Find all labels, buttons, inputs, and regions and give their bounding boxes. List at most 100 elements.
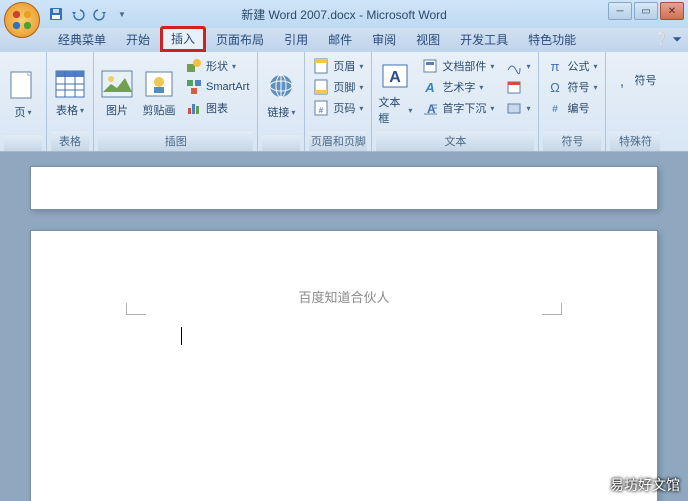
links-label: 链接: [267, 104, 289, 120]
picture-icon: [101, 68, 133, 100]
svg-text:,: ,: [620, 73, 624, 88]
table-label: 表格: [56, 102, 78, 118]
clipart-label: 剪贴画: [143, 102, 176, 118]
group-illustrations-label: 插图: [98, 130, 253, 151]
clipart-button[interactable]: 剪贴画: [140, 56, 178, 130]
window-title: 新建 Word 2007.docx - Microsoft Word: [241, 6, 447, 23]
textbox-button[interactable]: A 文本框▾: [376, 56, 414, 130]
smartart-button[interactable]: SmartArt: [182, 77, 253, 97]
group-links: 链接▾: [258, 52, 305, 151]
group-pages: 页▾: [0, 52, 47, 151]
wordart-icon: A: [422, 79, 438, 95]
comma-icon: ,: [614, 72, 630, 88]
pagenum-button[interactable]: #页码▾: [309, 98, 367, 118]
group-header-footer-label: 页眉和页脚: [309, 130, 367, 151]
clipart-icon: [143, 68, 175, 100]
tab-references[interactable]: 引用: [274, 28, 318, 52]
tab-mailings[interactable]: 邮件: [318, 28, 362, 52]
minimize-button[interactable]: ─: [608, 2, 632, 20]
svg-text:#: #: [553, 104, 559, 115]
svg-text:π: π: [551, 59, 560, 74]
group-tables: 表格▾ 表格: [47, 52, 94, 151]
number-label: 编号: [567, 100, 589, 116]
equation-icon: π: [547, 58, 563, 74]
group-text: A 文本框▾ 文档部件▾ A艺术字▾ A首字下沉▾ ▾ ▾ 文本: [372, 52, 539, 151]
object-button[interactable]: ▾: [502, 98, 534, 118]
group-illustrations: 图片 剪贴画 形状▾ SmartArt 图表 插图: [94, 52, 258, 151]
signature-icon: [506, 58, 522, 74]
table-button[interactable]: 表格▾: [51, 56, 89, 130]
equation-button[interactable]: π公式▾: [543, 56, 601, 76]
special-symbol-label: 符号: [634, 72, 656, 88]
datetime-button[interactable]: [502, 77, 534, 97]
shapes-icon: [186, 58, 202, 74]
close-button[interactable]: ✕: [660, 2, 684, 20]
tab-view[interactable]: 视图: [406, 28, 450, 52]
document-area[interactable]: 百度知道合伙人: [0, 152, 688, 501]
parts-icon: [422, 58, 438, 74]
chart-button[interactable]: 图表: [182, 98, 253, 118]
chart-label: 图表: [206, 100, 228, 116]
header-button[interactable]: 页眉▾: [309, 56, 367, 76]
group-pages-label: [4, 134, 42, 151]
maximize-button[interactable]: ▭: [634, 2, 658, 20]
pages-button[interactable]: 页▾: [4, 56, 42, 134]
page-icon: [7, 70, 39, 102]
pagenum-label: 页码: [333, 100, 355, 116]
pagenum-icon: #: [313, 100, 329, 116]
tab-insert[interactable]: 插入: [160, 26, 206, 52]
equation-label: 公式: [567, 58, 589, 74]
symbol-label: 符号: [567, 79, 589, 95]
page-previous[interactable]: [30, 166, 658, 210]
redo-icon[interactable]: [92, 6, 108, 22]
symbol-button[interactable]: Ω符号▾: [543, 77, 601, 97]
group-special-chars: , 符号 特殊符: [606, 52, 664, 151]
special-symbol-button[interactable]: , 符号: [610, 70, 660, 90]
textbox-icon: A: [379, 60, 411, 92]
group-special-chars-label: 特殊符: [610, 130, 660, 151]
svg-text:#: #: [319, 106, 324, 115]
link-icon: [265, 70, 297, 102]
svg-text:A: A: [390, 69, 402, 86]
save-icon[interactable]: [48, 6, 64, 22]
group-text-label: 文本: [376, 130, 534, 151]
picture-button[interactable]: 图片: [98, 56, 136, 130]
dropcap-button[interactable]: A首字下沉▾: [418, 98, 498, 118]
undo-icon[interactable]: [70, 6, 86, 22]
header-label: 页眉: [333, 58, 355, 74]
title-bar: ▼ 新建 Word 2007.docx - Microsoft Word ─ ▭…: [0, 0, 688, 28]
tab-special[interactable]: 特色功能: [518, 28, 586, 52]
signature-button[interactable]: ▾: [502, 56, 534, 76]
wordart-label: 艺术字: [442, 79, 475, 95]
table-icon: [54, 68, 86, 100]
links-button[interactable]: 链接▾: [262, 56, 300, 134]
quick-access-toolbar: ▼: [48, 6, 130, 22]
tab-home[interactable]: 开始: [116, 28, 160, 52]
parts-button[interactable]: 文档部件▾: [418, 56, 498, 76]
tab-classic-menu[interactable]: 经典菜单: [48, 28, 116, 52]
header-icon: [313, 58, 329, 74]
dropcap-label: 首字下沉: [442, 100, 486, 116]
picture-label: 图片: [106, 102, 128, 118]
office-button[interactable]: [4, 2, 40, 38]
qat-dropdown-icon[interactable]: ▼: [114, 6, 130, 22]
tab-review[interactable]: 审阅: [362, 28, 406, 52]
pages-label: 页: [14, 104, 25, 120]
help-icon[interactable]: ❔ ⏷: [654, 32, 682, 47]
tab-developer[interactable]: 开发工具: [450, 28, 518, 52]
tab-page-layout[interactable]: 页面布局: [206, 28, 274, 52]
text-cursor: [181, 327, 182, 345]
shapes-label: 形状: [206, 58, 228, 74]
group-links-label: [262, 134, 300, 151]
page-current[interactable]: 百度知道合伙人: [30, 230, 658, 501]
group-tables-label: 表格: [51, 130, 89, 151]
ribbon: 页▾ 表格▾ 表格 图片 剪贴画 形状▾ SmartArt: [0, 52, 688, 152]
symbol-icon: Ω: [547, 79, 563, 95]
shapes-button[interactable]: 形状▾: [182, 56, 253, 76]
number-button[interactable]: # 编号: [543, 98, 601, 118]
wordart-button[interactable]: A艺术字▾: [418, 77, 498, 97]
footer-button[interactable]: 页脚▾: [309, 77, 367, 97]
object-icon: [506, 100, 522, 116]
header-boundary-marks: [126, 303, 562, 315]
group-header-footer: 页眉▾ 页脚▾ #页码▾ 页眉和页脚: [305, 52, 372, 151]
